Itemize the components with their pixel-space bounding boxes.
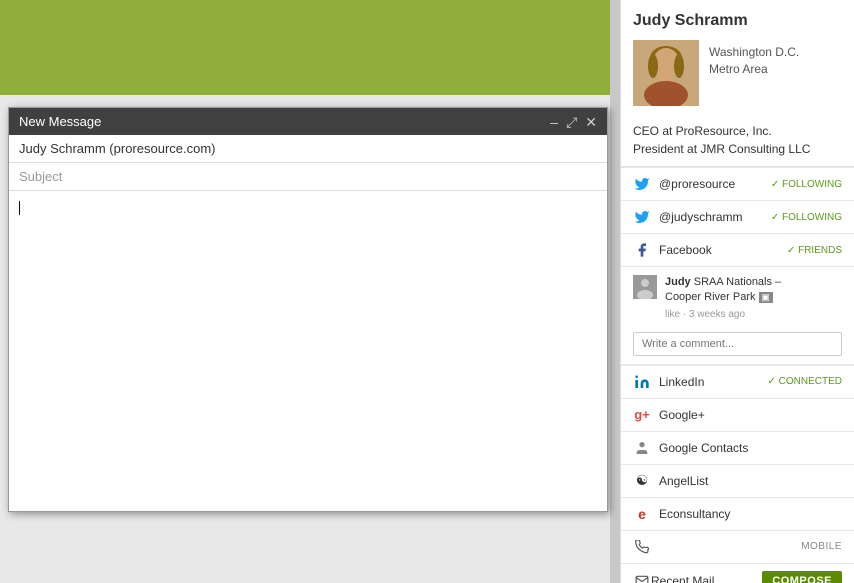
friends-badge: ✓ FRIENDS [787, 245, 842, 256]
profile-section: Judy Schramm [621, 0, 854, 167]
post-content: Judy SRAA Nationals –Cooper River Park ▣… [665, 275, 842, 322]
compose-header: New Message – ⤢ ✕ [9, 108, 607, 135]
following-badge-judy: ✓ FOLLOWING [771, 212, 842, 223]
compose-subject[interactable]: Subject [9, 163, 607, 191]
compose-modal: New Message – ⤢ ✕ Judy Schramm (proresou… [8, 107, 608, 512]
post-meta: like · 3 weeks ago [665, 308, 842, 322]
compose-to[interactable]: Judy Schramm (proresource.com) [9, 135, 607, 163]
profile-info: Washington D.C.Metro Area [633, 40, 842, 106]
compose-body[interactable] [9, 191, 607, 511]
profile-location: Washington D.C.Metro Area [709, 40, 799, 78]
phone-icon [633, 538, 651, 556]
social-row-econsultancy[interactable]: e Econsultancy [621, 497, 854, 530]
social-name-googlecontacts: Google Contacts [659, 441, 842, 455]
post-avatar [633, 275, 657, 299]
googleplus-icon: g+ [633, 406, 651, 424]
social-row-linkedin[interactable]: LinkedIn ✓ CONNECTED [621, 365, 854, 398]
social-name-angellist: AngelList [659, 474, 842, 488]
angellist-icon: ☯ [633, 472, 651, 490]
twitter-icon [633, 175, 651, 193]
mail-icon [633, 572, 651, 583]
social-row-twitter-proresource[interactable]: @proresource ✓ FOLLOWING [621, 167, 854, 200]
comment-input[interactable] [633, 332, 842, 356]
expand-button[interactable]: ⤢ [566, 115, 577, 129]
linkedin-icon [633, 373, 651, 391]
recent-mail-row: Recent Mail COMPOSE [621, 563, 854, 583]
googlecontacts-icon [633, 439, 651, 457]
social-name-econsultancy: Econsultancy [659, 507, 842, 521]
post-section: Judy SRAA Nationals –Cooper River Park ▣… [621, 266, 854, 365]
compose-button[interactable]: COMPOSE [762, 571, 842, 583]
profile-name: Judy Schramm [633, 12, 842, 30]
social-row-twitter-judy[interactable]: @judyschramm ✓ FOLLOWING [621, 200, 854, 233]
connected-badge: ✓ CONNECTED [768, 376, 843, 387]
social-name-linkedin: LinkedIn [659, 375, 760, 389]
compose-title: New Message [19, 114, 101, 129]
profile-header: Judy Schramm [621, 0, 854, 122]
social-name-googleplus: Google+ [659, 408, 834, 422]
recent-mail-label: Recent Mail [651, 574, 762, 583]
mobile-badge: MOBILE [801, 541, 842, 552]
social-row-googleplus[interactable]: g+ Google+ [621, 398, 854, 431]
econsultancy-icon: e [633, 505, 651, 523]
avatar [633, 40, 699, 106]
post-row: Judy SRAA Nationals –Cooper River Park ▣… [633, 275, 842, 322]
phone-row[interactable]: MOBILE [621, 530, 854, 563]
right-panel: Judy Schramm [620, 0, 854, 583]
social-name-twitter-proresource: @proresource [659, 177, 763, 191]
facebook-icon [633, 241, 651, 259]
social-row-facebook[interactable]: Facebook ✓ FRIENDS [621, 233, 854, 266]
compose-controls: – ⤢ ✕ [550, 115, 597, 129]
post-author: Judy [665, 276, 694, 288]
twitter-icon-2 [633, 208, 651, 226]
post-image-icon: ▣ [759, 292, 773, 303]
minimize-button[interactable]: – [550, 115, 558, 129]
profile-title1: CEO at ProResource, Inc. President at JM… [621, 122, 854, 166]
social-name-twitter-judy: @judyschramm [659, 210, 763, 224]
social-row-googlecontacts[interactable]: Google Contacts [621, 431, 854, 464]
social-name-facebook: Facebook [659, 243, 779, 257]
close-button[interactable]: ✕ [585, 115, 597, 129]
text-cursor [19, 201, 20, 215]
social-row-angellist[interactable]: ☯ AngelList [621, 464, 854, 497]
following-badge-proresource: ✓ FOLLOWING [771, 179, 842, 190]
